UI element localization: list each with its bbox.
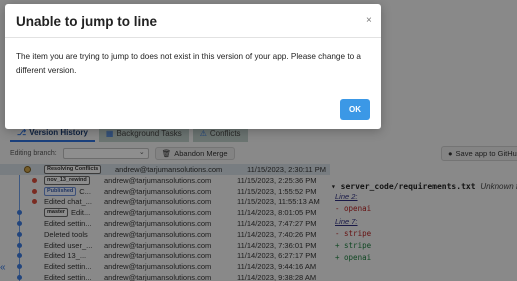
dialog-title: Unable to jump to line (16, 14, 157, 29)
dialog-message: The item you are trying to jump to does … (16, 52, 361, 75)
ok-button[interactable]: OK (340, 99, 370, 120)
dialog-divider (5, 37, 381, 38)
close-icon[interactable]: × (366, 15, 372, 26)
error-dialog: Unable to jump to line × The item you ar… (5, 4, 381, 129)
